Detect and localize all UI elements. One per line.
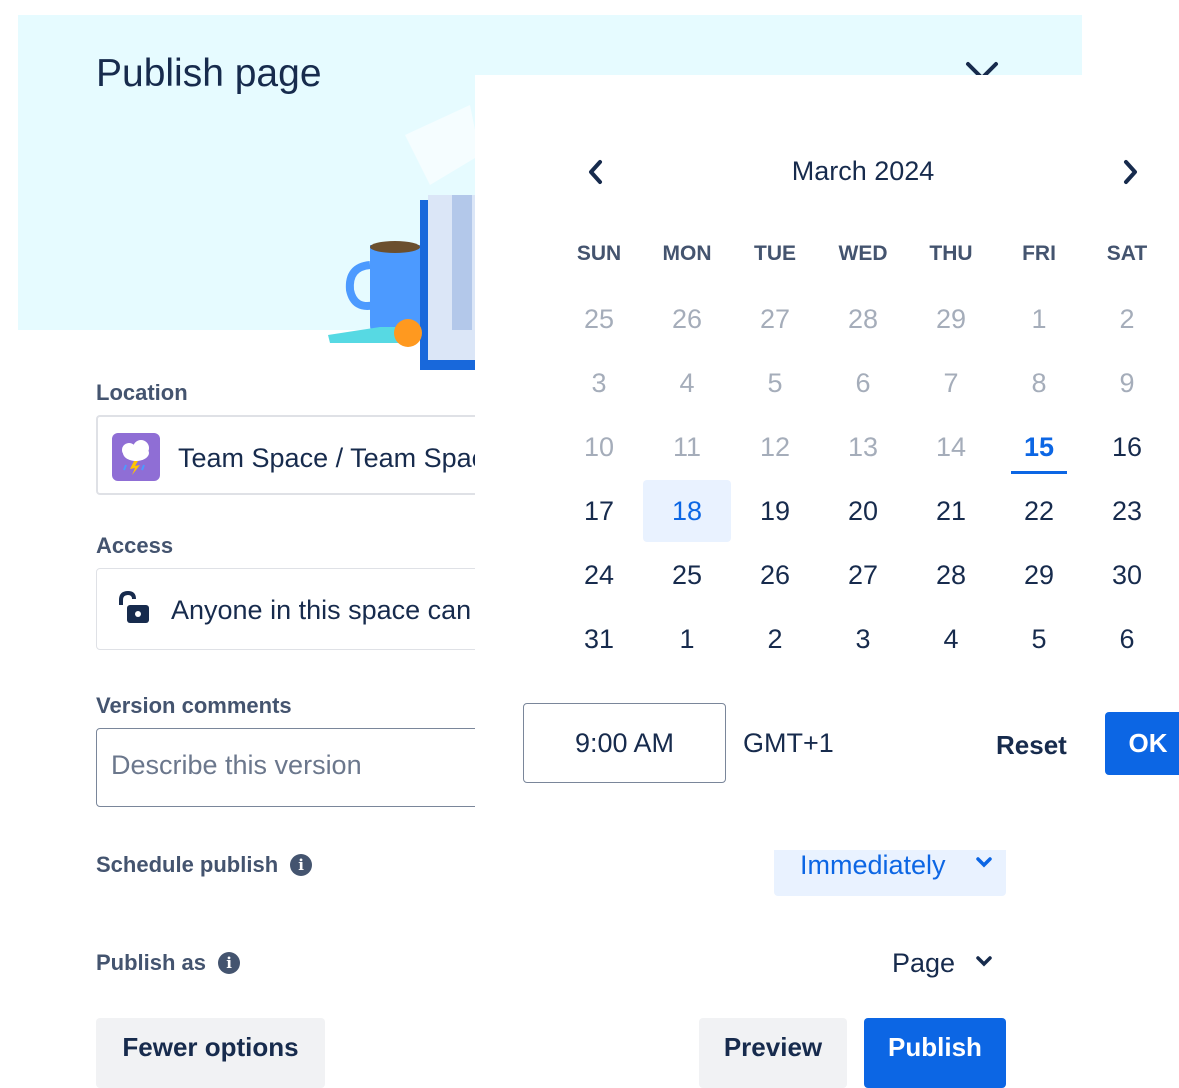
calendar-day[interactable]: 18 (643, 480, 731, 542)
calendar-day[interactable]: 1 (995, 288, 1083, 350)
calendar-day[interactable]: 19 (731, 480, 819, 542)
access-selector[interactable]: Anyone in this space can (96, 568, 516, 650)
calendar-day[interactable]: 2 (731, 608, 819, 670)
location-selector[interactable]: Team Space / Team Space (96, 415, 516, 495)
calendar-day[interactable]: 5 (995, 608, 1083, 670)
calendar-day[interactable]: 26 (643, 288, 731, 350)
calendar-day[interactable]: 29 (907, 288, 995, 350)
publish-as-value: Page (892, 947, 956, 978)
preview-button[interactable]: Preview (699, 1018, 847, 1088)
ok-button[interactable]: OK (1105, 712, 1179, 775)
schedule-publish-row: Schedule publish i (96, 852, 313, 878)
calendar-day[interactable]: 21 (907, 480, 995, 542)
reset-button[interactable]: Reset (996, 730, 1067, 761)
calendar-day[interactable]: 4 (907, 608, 995, 670)
publish-as-label: Publish as (96, 950, 207, 975)
calendar-day[interactable]: 10 (555, 416, 643, 478)
calendar-day[interactable]: 17 (555, 480, 643, 542)
calendar-day[interactable]: 15 (995, 416, 1083, 478)
calendar-day[interactable]: 11 (643, 416, 731, 478)
calendar-day[interactable]: 3 (555, 352, 643, 414)
publish-as-row: Publish as i (96, 950, 241, 976)
calendar-day[interactable]: 6 (1083, 608, 1171, 670)
calendar-day[interactable]: 7 (907, 352, 995, 414)
chevron-right-icon (1124, 160, 1137, 184)
weekday-header: SUN (576, 242, 622, 265)
calendar-day[interactable]: 9 (1083, 352, 1171, 414)
location-label: Location (96, 380, 188, 405)
calendar-day[interactable]: 25 (555, 288, 643, 350)
calendar-day[interactable]: 27 (731, 288, 819, 350)
version-comments-label: Version comments (96, 693, 292, 718)
calendar-day[interactable]: 13 (819, 416, 907, 478)
unlock-icon (119, 591, 149, 623)
calendar-day[interactable]: 28 (819, 288, 907, 350)
calendar-day[interactable]: 31 (555, 608, 643, 670)
next-month-button[interactable] (1110, 150, 1150, 194)
chevron-left-icon (589, 160, 602, 184)
calendar-day[interactable]: 12 (731, 416, 819, 478)
calendar-day[interactable]: 16 (1083, 416, 1171, 478)
space-avatar-icon (112, 433, 160, 481)
time-input[interactable]: 9:00 AM (523, 703, 726, 783)
weekday-header: FRI (1022, 242, 1056, 265)
calendar-day[interactable]: 28 (907, 544, 995, 606)
info-icon[interactable]: i (290, 854, 313, 876)
calendar-day[interactable]: 22 (995, 480, 1083, 542)
calendar-day[interactable]: 23 (1083, 480, 1171, 542)
calendar-day[interactable]: 4 (643, 352, 731, 414)
publish-illustration (328, 105, 480, 370)
access-value: Anyone in this space can (171, 595, 472, 625)
weekday-header: THU (929, 242, 973, 265)
schedule-publish-value: Immediately (800, 850, 946, 880)
weekday-header: TUE (754, 242, 796, 265)
fewer-options-button[interactable]: Fewer options (96, 1018, 325, 1088)
timezone-label: GMT+1 (743, 728, 834, 758)
chevron-down-icon (976, 956, 992, 967)
calendar-day[interactable]: 30 (1083, 544, 1171, 606)
calendar-day[interactable]: 2 (1083, 288, 1171, 350)
calendar-day[interactable]: 5 (731, 352, 819, 414)
calendar-month-title: March 2024 (791, 156, 935, 186)
dialog-title: Publish page (96, 52, 322, 95)
weekday-header: MON (662, 242, 712, 265)
calendar-day[interactable]: 20 (819, 480, 907, 542)
version-comments-input[interactable] (109, 749, 473, 782)
access-label: Access (96, 533, 174, 558)
prev-month-button[interactable] (576, 150, 616, 194)
weekday-header: SAT (1106, 242, 1148, 265)
calendar-day[interactable]: 29 (995, 544, 1083, 606)
info-icon[interactable]: i (218, 952, 241, 974)
publish-as-select[interactable]: Page (880, 935, 1006, 991)
location-value: Team Space / Team Space (178, 443, 501, 473)
version-comments-field[interactable] (96, 728, 516, 807)
calendar-day[interactable]: 25 (643, 544, 731, 606)
calendar-day[interactable]: 27 (819, 544, 907, 606)
calendar-day[interactable]: 6 (819, 352, 907, 414)
calendar-day[interactable]: 3 (819, 608, 907, 670)
publish-button[interactable]: Publish (864, 1018, 1006, 1088)
calendar-day[interactable]: 14 (907, 416, 995, 478)
calendar-day[interactable]: 1 (643, 608, 731, 670)
schedule-publish-label: Schedule publish (96, 852, 279, 877)
calendar-day[interactable]: 26 (731, 544, 819, 606)
weekday-header: WED (838, 242, 888, 265)
calendar-day[interactable]: 8 (995, 352, 1083, 414)
chevron-down-icon (976, 857, 992, 868)
calendar-day[interactable]: 24 (555, 544, 643, 606)
